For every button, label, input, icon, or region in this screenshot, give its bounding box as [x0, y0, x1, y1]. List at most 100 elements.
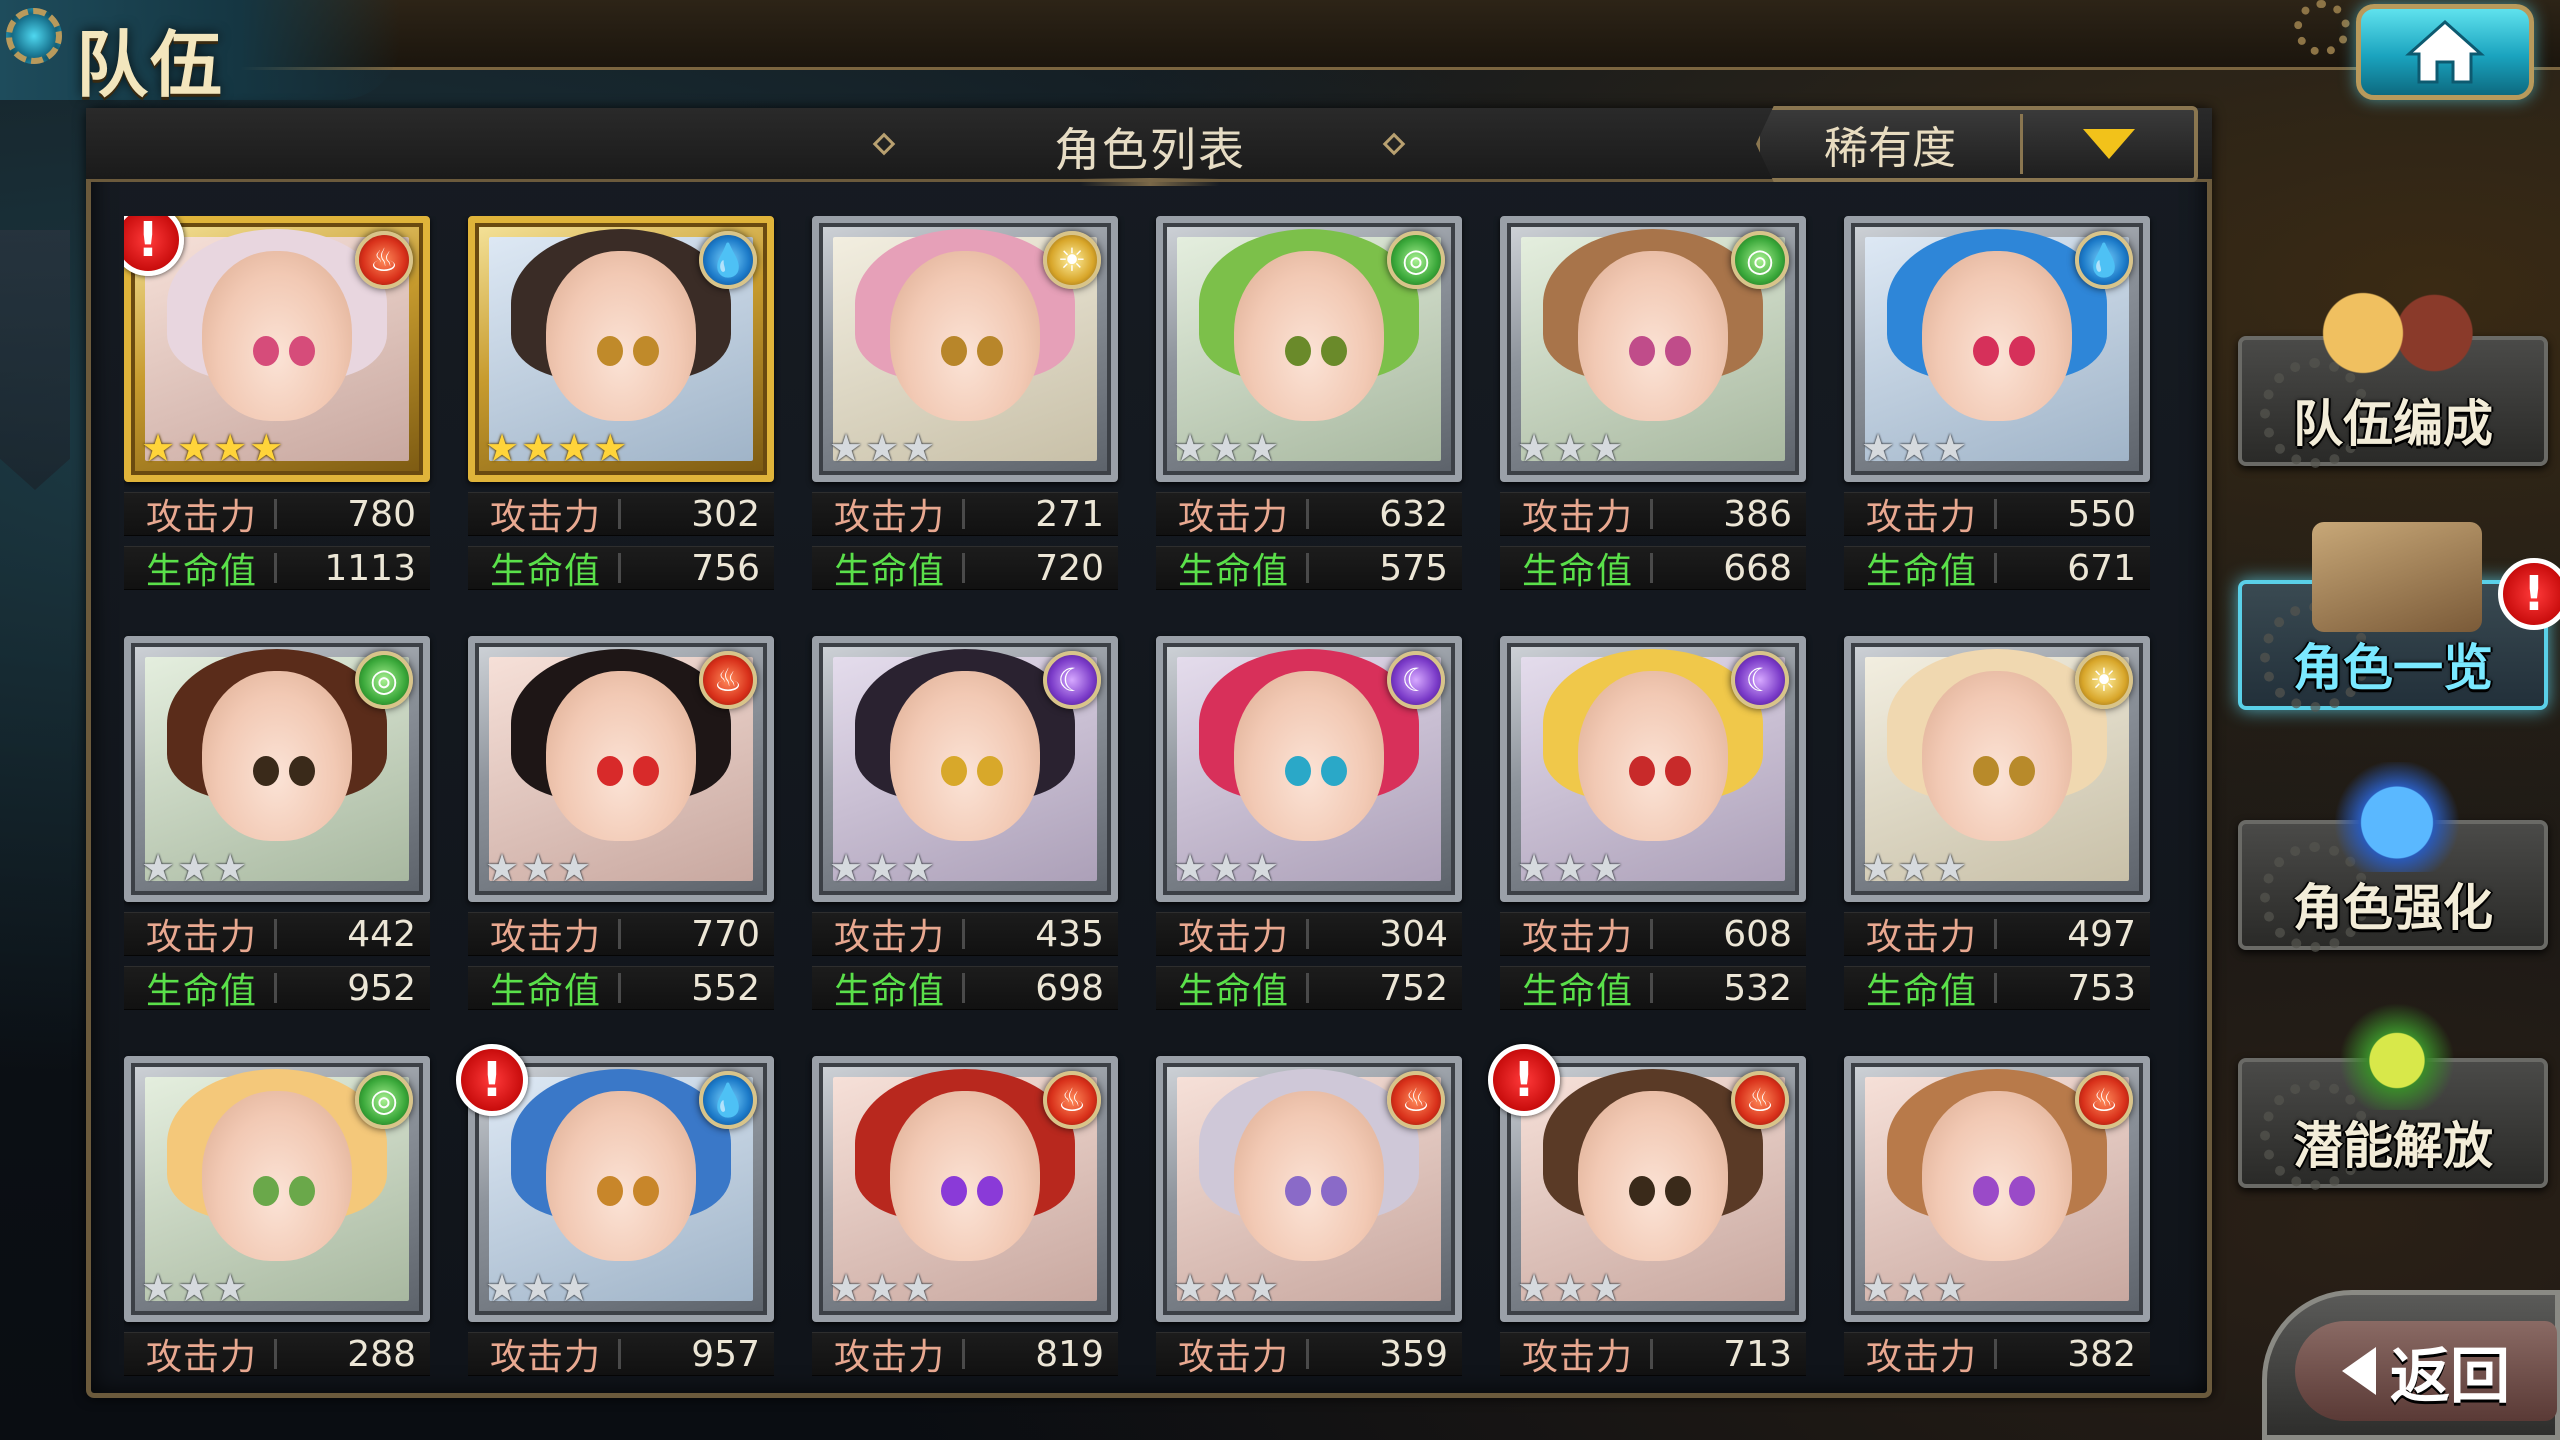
character-portrait[interactable]: ☾ ★ ★ ★	[812, 636, 1118, 902]
star-icon: ★	[865, 426, 900, 470]
character-card[interactable]: ◎ ★ ★ ★ 攻击力 288	[124, 1056, 430, 1386]
character-portrait[interactable]: ☾ ★ ★ ★	[1500, 636, 1806, 902]
chevron-down-icon[interactable]	[2023, 129, 2194, 159]
portrait-face	[1578, 670, 1728, 841]
star-icon: ★	[485, 426, 520, 470]
side-menu-button[interactable]: 角色强化	[2238, 762, 2548, 952]
character-card[interactable]: ♨ ★ ★ ★ ★! 攻击力 780 生命值 1113	[124, 216, 430, 616]
portrait-eye	[2009, 335, 2035, 366]
character-card[interactable]: ◎ ★ ★ ★ 攻击力 442 生命值 952	[124, 636, 430, 1036]
side-menu-button[interactable]: 队伍编成	[2238, 278, 2548, 468]
star-icon: ★	[1245, 1266, 1280, 1310]
character-card[interactable]: ♨ ★ ★ ★ 攻击力 382	[1844, 1056, 2150, 1386]
title-plate: 队伍	[0, 0, 400, 107]
rarity-stars: ★ ★ ★	[829, 849, 935, 887]
hp-stat-label: 生命值	[1866, 551, 1978, 592]
attack-stat-label: 攻击力	[834, 497, 946, 538]
character-portrait[interactable]: 💧 ★ ★ ★ ★	[468, 216, 774, 482]
star-icon: ★	[1897, 1266, 1932, 1310]
character-card[interactable]: ☾ ★ ★ ★ 攻击力 435 生命值 698	[812, 636, 1118, 1036]
character-card[interactable]: 💧 ★ ★ ★! 攻击力 957	[456, 1044, 774, 1386]
attack-stat-label: 攻击力	[490, 497, 602, 538]
portrait-eye	[941, 1175, 967, 1206]
portrait-eye	[253, 755, 279, 786]
portrait-face	[546, 670, 696, 841]
fire-icon: ♨	[1043, 1071, 1101, 1129]
attack-stat-label: 攻击力	[1178, 917, 1290, 958]
portrait-eye	[289, 335, 315, 366]
back-button[interactable]: 返回	[2262, 1290, 2560, 1440]
character-portrait[interactable]: ◎ ★ ★ ★	[1156, 216, 1462, 482]
character-card[interactable]: 💧 ★ ★ ★ ★ 攻击力 302 生命值 756	[468, 216, 774, 616]
portrait-eye	[1321, 1175, 1347, 1206]
character-portrait[interactable]: ♨ ★ ★ ★	[1156, 1056, 1462, 1322]
character-portrait[interactable]: ♨ ★ ★ ★	[1844, 1056, 2150, 1322]
side-menu-label: 队伍编成	[2293, 395, 2493, 453]
character-portrait[interactable]: ◎ ★ ★ ★	[124, 1056, 430, 1322]
star-icon: ★	[141, 846, 176, 890]
character-card[interactable]: ♨ ★ ★ ★ 攻击力 819	[812, 1056, 1118, 1386]
attack-stat: 攻击力 497	[1844, 912, 2150, 958]
character-portrait[interactable]: ◎ ★ ★ ★	[124, 636, 430, 902]
portrait-eye	[253, 1175, 279, 1206]
star-icon: ★	[829, 1266, 864, 1310]
home-button[interactable]	[2356, 4, 2534, 100]
character-card[interactable]: ◎ ★ ★ ★ 攻击力 632 生命值 575	[1156, 216, 1462, 616]
character-card[interactable]: ♨ ★ ★ ★! 攻击力 713	[1488, 1044, 1806, 1386]
character-portrait[interactable]: ♨ ★ ★ ★	[812, 1056, 1118, 1322]
character-portrait[interactable]: ◎ ★ ★ ★	[1500, 216, 1806, 482]
character-card[interactable]: ◎ ★ ★ ★ 攻击力 386 生命值 668	[1500, 216, 1806, 616]
character-portrait[interactable]: ☀ ★ ★ ★	[1844, 636, 2150, 902]
rarity-stars: ★ ★ ★	[1173, 1269, 1279, 1307]
list-title: 角色列表	[1054, 123, 1246, 177]
hp-stat-value: 752	[1379, 967, 1448, 1009]
side-menu-button[interactable]: 角色一览!	[2238, 522, 2560, 712]
character-card[interactable]: ☾ ★ ★ ★ 攻击力 608 生命值 532	[1500, 636, 1806, 1036]
character-card[interactable]: ☾ ★ ★ ★ 攻击力 304 生命值 752	[1156, 636, 1462, 1036]
portrait-face	[202, 670, 352, 841]
side-menu-button[interactable]: 潜能解放	[2238, 1000, 2548, 1190]
character-card[interactable]: ☀ ★ ★ ★ 攻击力 497 生命值 753	[1844, 636, 2150, 1036]
hp-stat-value: 575	[1379, 547, 1448, 589]
attack-stat: 攻击力 386	[1500, 492, 1806, 538]
rarity-stars: ★ ★ ★	[1173, 429, 1279, 467]
portrait-eye	[597, 1175, 623, 1206]
attack-stat-value: 957	[691, 1333, 760, 1375]
portrait-face	[1922, 250, 2072, 421]
portrait-face	[546, 1090, 696, 1261]
character-portrait[interactable]: ☀ ★ ★ ★	[812, 216, 1118, 482]
star-icon: ★	[865, 846, 900, 890]
character-portrait[interactable]: 💧 ★ ★ ★	[1844, 216, 2150, 482]
character-card[interactable]: ♨ ★ ★ ★ 攻击力 359	[1156, 1056, 1462, 1386]
hp-stat-label: 生命值	[1178, 971, 1290, 1012]
star-icon: ★	[1897, 846, 1932, 890]
star-icon: ★	[1553, 426, 1588, 470]
star-icon: ★	[557, 426, 592, 470]
hp-stat: 生命值 698	[812, 966, 1118, 1012]
character-card[interactable]: ☀ ★ ★ ★ 攻击力 271 生命值 720	[812, 216, 1118, 616]
star-icon: ★	[1209, 426, 1244, 470]
hp-stat-value: 720	[1035, 547, 1104, 589]
portrait-eye	[597, 335, 623, 366]
home-icon	[2405, 19, 2485, 84]
rarity-stars: ★ ★ ★	[485, 849, 591, 887]
portrait-eye	[2009, 1175, 2035, 1206]
attack-stat-value: 713	[1723, 1333, 1792, 1375]
portrait-eye	[633, 755, 659, 786]
book-icon	[2312, 522, 2482, 632]
attack-stat-value: 497	[2067, 913, 2136, 955]
portrait-eye	[289, 755, 315, 786]
hp-stat: 生命值 753	[1844, 966, 2150, 1012]
star-icon: ★	[1897, 426, 1932, 470]
character-card[interactable]: 💧 ★ ★ ★ 攻击力 550 生命值 671	[1844, 216, 2150, 616]
party-members-icon	[2312, 278, 2482, 388]
portrait-face	[1234, 670, 1384, 841]
hp-stat-label: 生命值	[1866, 971, 1978, 1012]
sort-dropdown[interactable]: 稀有度	[1756, 106, 2198, 182]
star-icon: ★	[141, 426, 176, 470]
character-card[interactable]: ♨ ★ ★ ★ 攻击力 770 生命值 552	[468, 636, 774, 1036]
character-portrait[interactable]: ♨ ★ ★ ★	[468, 636, 774, 902]
character-portrait[interactable]: ☾ ★ ★ ★	[1156, 636, 1462, 902]
hp-stat: 生命值 756	[468, 546, 774, 592]
fire-icon: ♨	[1387, 1071, 1445, 1129]
